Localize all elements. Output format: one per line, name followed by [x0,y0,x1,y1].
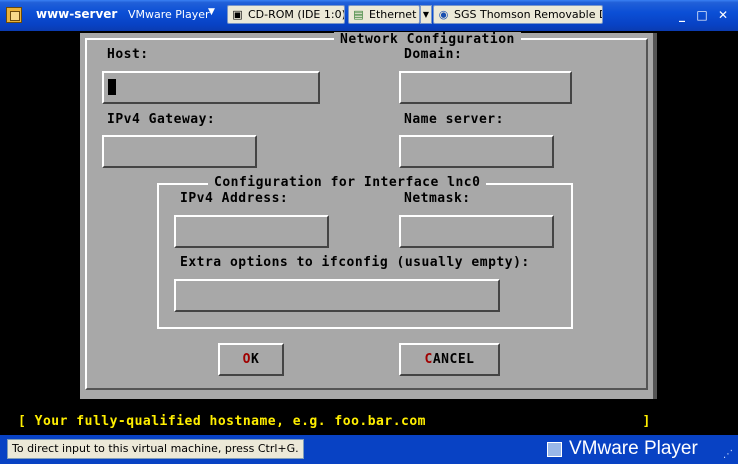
close-button[interactable]: ✕ [716,8,730,22]
cancel-label-rest: ANCEL [432,351,475,367]
ipv4-field[interactable] [174,215,329,248]
device-usb-label: SGS Thomson Removable Disk [454,8,602,21]
ok-hotkey: O [242,351,251,367]
device-ethernet-button[interactable]: ▤ Ethernet [348,5,420,24]
extra-options-field[interactable] [174,279,500,312]
netmask-field[interactable] [399,215,554,248]
device-usb-button[interactable]: ◉ SGS Thomson Removable Disk [433,5,603,24]
cancel-hotkey: C [424,351,433,367]
ipv4-label: IPv4 Address: [180,191,289,206]
gateway-input[interactable] [107,140,252,163]
title-bar: www-server VMware Player ▼ ▣ CD-ROM (IDE… [0,0,738,31]
nameserver-input[interactable] [404,140,549,163]
network-icon: ▤ [353,8,364,21]
vm-screen[interactable]: Network Configuration Host: Domain: IPv4… [5,31,732,435]
resize-grip-icon[interactable]: ⋰ [723,449,735,461]
maximize-button[interactable]: □ [695,8,709,22]
ok-button[interactable]: OK [218,343,284,376]
vmware-app-icon[interactable] [6,7,22,23]
nameserver-field[interactable] [399,135,554,168]
host-input[interactable] [107,76,315,99]
device-cdrom-label: CD-ROM (IDE 1:0) [248,8,345,21]
interface-title: Configuration for Interface lnc0 [208,175,487,190]
cdrom-icon: ▣ [232,8,243,21]
nameserver-label: Name server: [404,112,504,127]
host-label: Host: [107,47,149,62]
input-hint: To direct input to this virtual machine,… [7,439,304,459]
ipv4-input[interactable] [179,220,324,243]
player-menu-button[interactable]: VMware Player [128,8,210,21]
ok-label-rest: K [251,351,260,367]
bottom-bar: To direct input to this virtual machine,… [0,435,738,464]
network-config-dialog: Network Configuration Host: Domain: IPv4… [80,32,657,399]
vmware-logo-icon [547,442,562,457]
extra-options-input[interactable] [179,284,495,307]
gateway-label: IPv4 Gateway: [107,112,216,127]
netmask-input[interactable] [404,220,549,243]
cancel-button[interactable]: CANCEL [399,343,500,376]
domain-label: Domain: [404,47,463,62]
device-cdrom-button[interactable]: ▣ CD-ROM (IDE 1:0) [227,5,345,24]
gateway-field[interactable] [102,135,257,168]
domain-field[interactable] [399,71,572,104]
window-title: www-server [36,7,118,21]
dialog-title: Network Configuration [334,32,521,47]
device-ethernet-label: Ethernet [369,8,417,21]
minimize-button[interactable]: _ [675,8,689,22]
status-help-line: [ Your fully-qualified hostname, e.g. fo… [18,413,713,431]
domain-input[interactable] [404,76,567,99]
chevron-down-icon[interactable]: ▼ [208,7,215,17]
usb-disk-icon: ◉ [438,8,449,21]
extra-options-label: Extra options to ifconfig (usually empty… [180,255,530,270]
brand-text: VMware Player [569,438,698,459]
netmask-label: Netmask: [404,191,471,206]
ethernet-dropdown-arrow[interactable]: ▼ [420,5,432,24]
host-field[interactable] [102,71,320,104]
